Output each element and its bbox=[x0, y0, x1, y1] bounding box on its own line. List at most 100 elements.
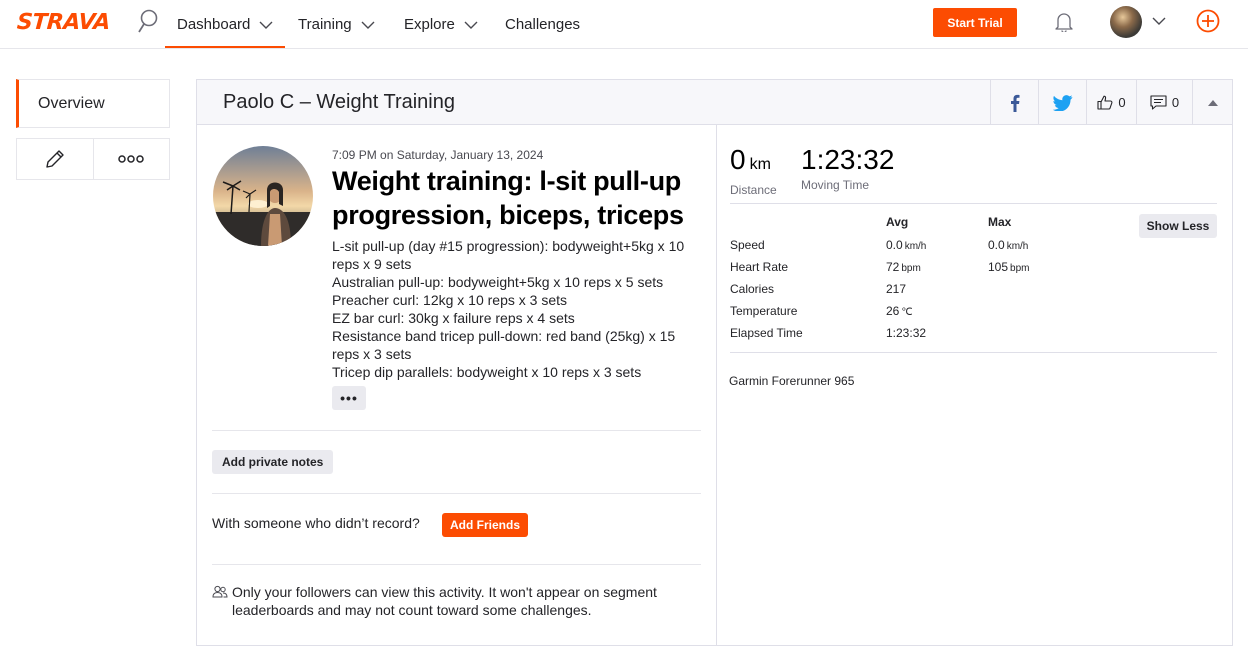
top-nav: STRAVA Dashboard Training Explore Challe… bbox=[0, 0, 1248, 49]
divider bbox=[212, 564, 701, 565]
share-facebook-button[interactable] bbox=[990, 80, 1038, 125]
share-twitter-button[interactable] bbox=[1038, 80, 1086, 125]
pencil-icon bbox=[46, 150, 64, 168]
comments-button[interactable]: 0 bbox=[1136, 80, 1192, 125]
sidebar-item-overview[interactable]: Overview bbox=[16, 79, 170, 128]
stats-table: Avg Max Speed 0.0 km/h 0.0 km/h Heart Rate… bbox=[730, 214, 1130, 344]
stat-avg: 72 bpm bbox=[886, 260, 921, 274]
distance-value: 0 bbox=[730, 144, 746, 175]
comment-icon bbox=[1150, 95, 1167, 110]
add-icon[interactable] bbox=[1196, 9, 1220, 33]
stat-avg-unit: bpm bbox=[901, 263, 921, 274]
description-line: L-sit pull-up (day #15 progression): bod… bbox=[332, 238, 689, 272]
column-divider bbox=[716, 125, 717, 645]
description-line: Tricep dip parallels: bodyweight x 10 re… bbox=[332, 364, 642, 380]
athlete-avatar[interactable] bbox=[213, 146, 313, 246]
comments-count: 0 bbox=[1171, 95, 1180, 110]
stat-label: Temperature bbox=[730, 304, 798, 318]
more-dots-icon bbox=[118, 155, 144, 163]
activity-header: Paolo C – Weight Training 0 0 bbox=[197, 80, 1232, 125]
twitter-icon bbox=[1052, 94, 1072, 111]
stat-max: 0.0 km/h bbox=[988, 238, 1028, 252]
stat-avg-value: 72 bbox=[886, 260, 900, 274]
moving-time-label: Moving Time bbox=[801, 178, 870, 192]
facebook-icon bbox=[1010, 94, 1019, 112]
expand-description-button[interactable]: ••• bbox=[332, 386, 366, 410]
stat-avg-unit: km/h bbox=[904, 241, 927, 252]
col-avg-header: Avg bbox=[886, 215, 909, 229]
stat-max-value: 0.0 bbox=[988, 238, 1005, 252]
stat-avg-value: 26 bbox=[886, 304, 900, 318]
stat-label: Speed bbox=[730, 238, 765, 252]
edit-button[interactable] bbox=[17, 139, 93, 179]
chevron-down-icon bbox=[259, 21, 273, 29]
stat-avg-value: 0.0 bbox=[886, 238, 903, 252]
nav-explore[interactable]: Explore bbox=[404, 0, 479, 49]
table-row: Temperature 26 ℃ bbox=[730, 300, 1130, 322]
kudos-button[interactable]: 0 bbox=[1086, 80, 1136, 125]
sidebar-item-label: Overview bbox=[38, 94, 105, 112]
add-private-notes-button[interactable]: Add private notes bbox=[212, 450, 334, 474]
distance-unit: km bbox=[749, 156, 771, 173]
moving-time-value: 1:23:32 bbox=[801, 144, 895, 175]
privacy-notice: Only your followers can view this activi… bbox=[232, 584, 657, 618]
stat-label: Heart Rate bbox=[730, 260, 789, 274]
divider bbox=[212, 430, 701, 431]
activity-description: L-sit pull-up (day #15 progression): bod… bbox=[332, 237, 702, 381]
show-less-button[interactable]: Show Less bbox=[1139, 214, 1217, 238]
chevron-down-icon bbox=[464, 21, 478, 29]
stat-label: Elapsed Time bbox=[730, 326, 803, 340]
activity-datetime: 7:09 PM on Saturday, January 13, 2024 bbox=[332, 148, 544, 162]
distance-label: Distance bbox=[730, 183, 777, 197]
kudos-count: 0 bbox=[1118, 95, 1126, 110]
divider bbox=[730, 203, 1217, 204]
bell-icon[interactable] bbox=[1055, 12, 1073, 32]
nav-training[interactable]: Training bbox=[298, 0, 376, 49]
strava-logo[interactable]: STRAVA bbox=[16, 10, 111, 35]
nav-dashboard[interactable]: Dashboard bbox=[177, 0, 274, 49]
distance-stat: 0 km Distance bbox=[730, 144, 777, 197]
followers-icon bbox=[212, 585, 228, 598]
nav-challenges-label: Challenges bbox=[505, 16, 581, 33]
nav-active-underline bbox=[165, 46, 285, 48]
stat-avg-unit: ℃ bbox=[901, 307, 913, 318]
description-line: EZ bar curl: 30kg x failure reps x 4 set… bbox=[332, 310, 575, 326]
stat-avg: 26 ℃ bbox=[886, 304, 913, 318]
moving-time-stat: 1:23:32 Moving Time bbox=[801, 144, 894, 192]
stat-max-unit: km/h bbox=[1006, 241, 1029, 252]
stat-avg-value: 1:23:32 bbox=[886, 326, 927, 340]
chevron-down-icon[interactable] bbox=[1152, 16, 1166, 26]
page-title: Paolo C – Weight Training bbox=[223, 91, 455, 113]
stat-label: Calories bbox=[730, 282, 775, 296]
start-trial-button[interactable]: Start Trial bbox=[933, 8, 1017, 37]
stat-max: 105 bpm bbox=[988, 260, 1029, 274]
stat-avg: 0.0 km/h bbox=[886, 238, 926, 252]
with-someone-prompt: With someone who didn’t record? bbox=[212, 515, 420, 531]
stat-max-unit: bpm bbox=[1010, 263, 1030, 274]
nav-explore-label: Explore bbox=[404, 16, 455, 33]
divider bbox=[212, 493, 701, 494]
thumbs-up-icon bbox=[1097, 95, 1113, 110]
divider bbox=[730, 352, 1217, 353]
more-options-button[interactable] bbox=[92, 139, 170, 179]
stat-avg: 1:23:32 bbox=[886, 326, 928, 340]
table-row: Heart Rate 72 bpm 105 bpm bbox=[730, 256, 1130, 278]
stat-avg: 217 bbox=[886, 282, 908, 296]
description-line: Resistance band tricep pull-down: red ba… bbox=[332, 328, 680, 362]
sidebar-actions bbox=[16, 138, 170, 180]
nav-challenges[interactable]: Challenges bbox=[505, 0, 580, 49]
activity-title: Weight training: l-sit pull-up progressi… bbox=[332, 166, 684, 230]
description-line: Australian pull-up: bodyweight+5kg x 10 … bbox=[332, 274, 664, 290]
add-friends-button[interactable]: Add Friends bbox=[442, 513, 528, 537]
user-avatar[interactable] bbox=[1110, 6, 1142, 38]
search-icon[interactable] bbox=[137, 9, 159, 35]
description-line: Preacher curl: 12kg x 10 reps x 3 sets bbox=[332, 292, 567, 308]
device-name: Garmin Forerunner 965 bbox=[729, 374, 855, 388]
activity-card: Paolo C – Weight Training 0 0 7:09 PM on… bbox=[196, 79, 1233, 646]
stat-avg-value: 217 bbox=[886, 282, 907, 296]
collapse-button[interactable] bbox=[1192, 80, 1232, 125]
nav-training-label: Training bbox=[298, 16, 352, 33]
table-row: Elapsed Time 1:23:32 bbox=[730, 322, 1130, 344]
col-max-header: Max bbox=[988, 215, 1012, 229]
stat-max-value: 105 bbox=[988, 260, 1009, 274]
